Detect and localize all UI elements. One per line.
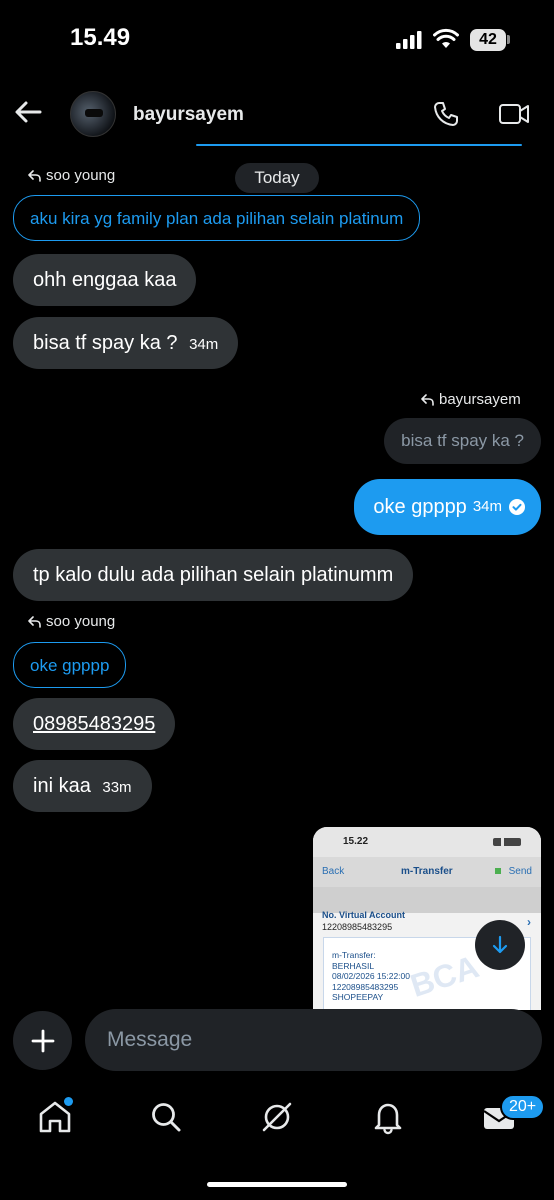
add-attachment-button[interactable] — [13, 1011, 72, 1070]
incoming-message[interactable]: bisa tf spay ka ? 34m — [13, 317, 239, 369]
composer — [0, 1008, 554, 1078]
reply-arrow-icon — [28, 616, 41, 628]
messages-badge: 20+ — [500, 1094, 546, 1120]
message-text: oke gpppp — [373, 496, 467, 518]
reply-author: bayursayem — [439, 391, 521, 408]
status-bar: 15.49 42 — [0, 0, 554, 80]
reply-label: bayursayem — [421, 391, 521, 408]
arrow-down-icon — [492, 935, 508, 954]
receipt-lines: m-Transfer: BERHASIL 08/02/2026 15:22:00… — [332, 950, 410, 1003]
attachment-nav: Back m-Transfer Send — [313, 857, 541, 887]
phone-call-icon[interactable] — [432, 100, 460, 128]
reply-author: soo young — [46, 167, 116, 184]
message-list[interactable]: Today soo young aku kira yg family plan … — [0, 150, 554, 1010]
message-text: bisa tf spay ka ? — [33, 332, 178, 354]
incoming-message[interactable]: ini kaa 33m — [13, 760, 152, 812]
incoming-message[interactable]: ohh enggaa kaa — [13, 254, 197, 306]
attachment-status-icons — [493, 838, 521, 846]
contact-avatar[interactable] — [70, 91, 116, 137]
plus-icon — [31, 1029, 54, 1052]
cellular-signal-icon — [396, 31, 422, 49]
incoming-message[interactable]: 08985483295 — [13, 698, 176, 750]
wifi-icon — [433, 28, 459, 48]
header-underline — [196, 144, 522, 146]
attachment-title: m-Transfer — [401, 866, 453, 877]
quoted-message[interactable]: oke gpppp — [13, 642, 127, 688]
battery-indicator: 42 — [470, 29, 506, 51]
home-indicator — [207, 1182, 347, 1187]
scroll-to-bottom-button[interactable] — [475, 920, 525, 970]
attachment-status-bar: 15.22 — [313, 827, 541, 857]
bottom-tab-bar: 20+ — [0, 1085, 554, 1155]
conversation-header: bayursayem — [0, 80, 554, 150]
date-separator: Today — [235, 163, 319, 193]
message-time: 34m — [472, 498, 502, 515]
home-notification-dot — [64, 1097, 73, 1106]
quoted-message[interactable]: bisa tf spay ka ? — [384, 418, 541, 464]
tab-search[interactable] — [148, 1099, 184, 1135]
phone-number-link[interactable]: 08985483295 — [33, 713, 155, 735]
message-time: 33m — [102, 779, 132, 796]
attachment-field-label: No. Virtual Account — [322, 910, 406, 920]
incoming-message[interactable]: tp kalo dulu ada pilihan selain platinum… — [13, 549, 414, 601]
message-text: ohh enggaa kaa — [33, 269, 177, 291]
reply-arrow-icon — [421, 394, 434, 406]
attachment-time: 15.22 — [343, 836, 369, 847]
tab-home[interactable] — [37, 1097, 73, 1135]
tab-grok[interactable] — [259, 1099, 295, 1135]
receipt-line: m-Transfer: — [332, 950, 376, 960]
bell-icon — [374, 1103, 402, 1135]
message-input[interactable] — [85, 1009, 542, 1071]
message-text: ini kaa — [33, 775, 91, 797]
image-attachment[interactable]: 15.22 Back m-Transfer Send No. Virtual A… — [313, 827, 541, 1010]
chevron-right-icon: › — [527, 915, 531, 929]
back-arrow-icon[interactable] — [12, 96, 44, 128]
video-call-icon[interactable] — [498, 100, 530, 128]
status-time: 15.49 — [70, 24, 131, 51]
outgoing-message[interactable]: oke gpppp 34m — [354, 479, 541, 535]
receipt-line: BERHASIL — [332, 960, 375, 971]
reply-label: soo young — [28, 613, 115, 630]
contact-name[interactable]: bayursayem — [133, 104, 244, 126]
reply-label: soo young — [28, 167, 115, 184]
read-check-icon — [509, 499, 525, 515]
attachment-send: Send — [495, 866, 532, 877]
search-icon — [152, 1103, 181, 1132]
attachment-back: Back — [322, 866, 345, 877]
bca-watermark: BCA — [405, 948, 484, 1004]
reply-arrow-icon — [28, 170, 41, 182]
receipt-line: 12208985483295 — [332, 981, 399, 992]
tab-notifications[interactable] — [370, 1099, 406, 1135]
grok-icon — [262, 1102, 292, 1132]
message-text: tp kalo dulu ada pilihan selain platinum… — [33, 564, 394, 586]
battery-tip — [507, 35, 510, 44]
quoted-message[interactable]: aku kira yg family plan ada pilihan sela… — [13, 195, 421, 241]
attachment-field-value: 12208985483295 — [322, 922, 393, 932]
reply-author: soo young — [46, 613, 116, 630]
receipt-line: SHOPEEPAY — [332, 992, 384, 1002]
message-time: 34m — [189, 336, 219, 353]
receipt-line: 08/02/2026 15:22:00 — [332, 971, 410, 981]
